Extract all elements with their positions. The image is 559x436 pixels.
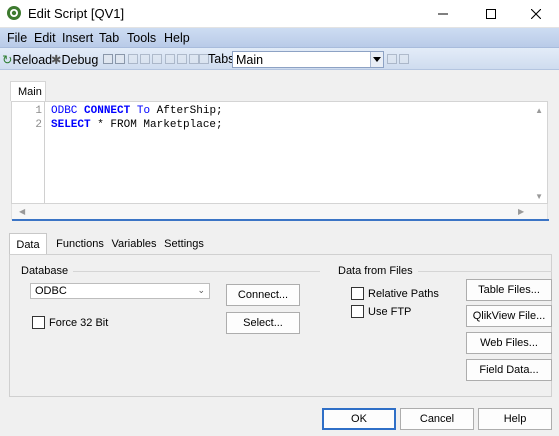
cut-icon[interactable] — [128, 54, 138, 64]
script-editor[interactable]: 1 2 ODBC CONNECT To AfterShip; SELECT * … — [11, 101, 548, 204]
print-icon[interactable] — [115, 54, 125, 64]
force-32-bit-label: Force 32 Bit — [49, 317, 109, 329]
undo-icon[interactable] — [177, 54, 187, 64]
title-bar: Edit Script [QV1] — [0, 0, 559, 28]
reload-icon: ↻ — [2, 53, 13, 67]
force-32-bit-checkbox[interactable] — [32, 316, 45, 329]
qlikview-app-icon — [7, 6, 21, 20]
keyword: ODBC — [51, 105, 78, 117]
chevron-down-icon: ⌄ — [197, 285, 205, 295]
data-from-files-group-label: Data from Files — [338, 265, 418, 277]
redo-icon[interactable] — [189, 54, 199, 64]
editor-focus-line — [12, 219, 549, 221]
group-divider — [408, 271, 552, 272]
debug-button[interactable]: ✱Debug — [51, 52, 98, 67]
line-number-gutter: 1 2 — [12, 102, 45, 203]
chevron-down-icon[interactable] — [370, 52, 383, 67]
tab-variables[interactable]: Variables — [109, 233, 159, 255]
code-text: AfterShip; — [150, 105, 223, 117]
menu-file[interactable]: File — [7, 31, 27, 45]
tab-select[interactable]: Main — [232, 51, 384, 68]
connect-button[interactable]: Connect... — [226, 284, 300, 306]
paste-icon[interactable] — [152, 54, 162, 64]
scroll-left-icon[interactable]: ◀ — [19, 207, 25, 216]
relative-paths-label: Relative Paths — [368, 288, 439, 300]
use-ftp-label: Use FTP — [368, 306, 412, 318]
qlikview-file-button[interactable]: QlikView File... — [466, 305, 552, 327]
help-button[interactable]: Help — [478, 408, 552, 430]
close-icon — [531, 9, 541, 19]
maximize-icon — [486, 9, 496, 19]
menu-help[interactable]: Help — [164, 31, 190, 45]
keyword: CONNECT — [84, 105, 131, 117]
save-icon[interactable] — [103, 54, 113, 64]
find-icon[interactable] — [165, 54, 175, 64]
code-line: SELECT * FROM Marketplace; — [51, 119, 223, 131]
line-number: 1 — [35, 105, 42, 117]
group-divider — [68, 271, 320, 272]
maximize-button[interactable] — [468, 0, 514, 28]
reload-button[interactable]: ↻Reload — [2, 52, 52, 67]
code-text: * FROM Marketplace; — [90, 119, 223, 131]
promote-tab-icon[interactable] — [387, 54, 397, 64]
menu-edit[interactable]: Edit — [34, 31, 56, 45]
window-title: Edit Script [QV1] — [28, 6, 125, 21]
cancel-button[interactable]: Cancel — [400, 408, 474, 430]
horizontal-scrollbar[interactable]: ◀ ▶ — [11, 204, 549, 221]
keyword: To — [136, 105, 151, 117]
database-group-label: Database — [21, 265, 74, 277]
select-button[interactable]: Select... — [226, 312, 300, 334]
database-select-value: ODBC — [35, 285, 67, 297]
menu-tools[interactable]: Tools — [127, 31, 156, 45]
keyword: SELECT — [51, 119, 91, 131]
menu-insert[interactable]: Insert — [62, 31, 93, 45]
database-select[interactable]: ODBC ⌄ — [30, 283, 210, 299]
web-files-button[interactable]: Web Files... — [466, 332, 552, 354]
demote-tab-icon[interactable] — [399, 54, 409, 64]
tab-main[interactable]: Main — [10, 81, 46, 101]
tab-functions[interactable]: Functions — [53, 233, 107, 255]
table-files-button[interactable]: Table Files... — [466, 279, 552, 301]
menu-bar: File Edit Insert Tab Tools Help — [0, 28, 559, 48]
field-data-button[interactable]: Field Data... — [466, 359, 552, 381]
scroll-up-icon[interactable]: ▲ — [535, 106, 543, 115]
debug-icon: ✱ — [51, 53, 62, 67]
scroll-right-icon[interactable]: ▶ — [518, 207, 524, 216]
relative-paths-checkbox[interactable] — [351, 287, 364, 300]
ok-button[interactable]: OK — [322, 408, 396, 430]
tab-select-value: Main — [236, 53, 264, 67]
lower-tab-strip: Data Functions Variables Settings — [9, 233, 552, 255]
menu-tab[interactable]: Tab — [99, 31, 119, 45]
tab-data[interactable]: Data — [9, 233, 47, 255]
tab-settings[interactable]: Settings — [161, 233, 207, 255]
line-number: 2 — [35, 119, 42, 131]
close-button[interactable] — [513, 0, 559, 28]
minimize-icon — [438, 13, 448, 15]
code-line: ODBC CONNECT To AfterShip; — [51, 105, 223, 117]
minimize-button[interactable] — [420, 0, 466, 28]
use-ftp-checkbox[interactable] — [351, 305, 364, 318]
tabs-label: Tabs — [208, 52, 235, 66]
copy-icon[interactable] — [140, 54, 150, 64]
scroll-down-icon[interactable]: ▼ — [535, 192, 543, 201]
